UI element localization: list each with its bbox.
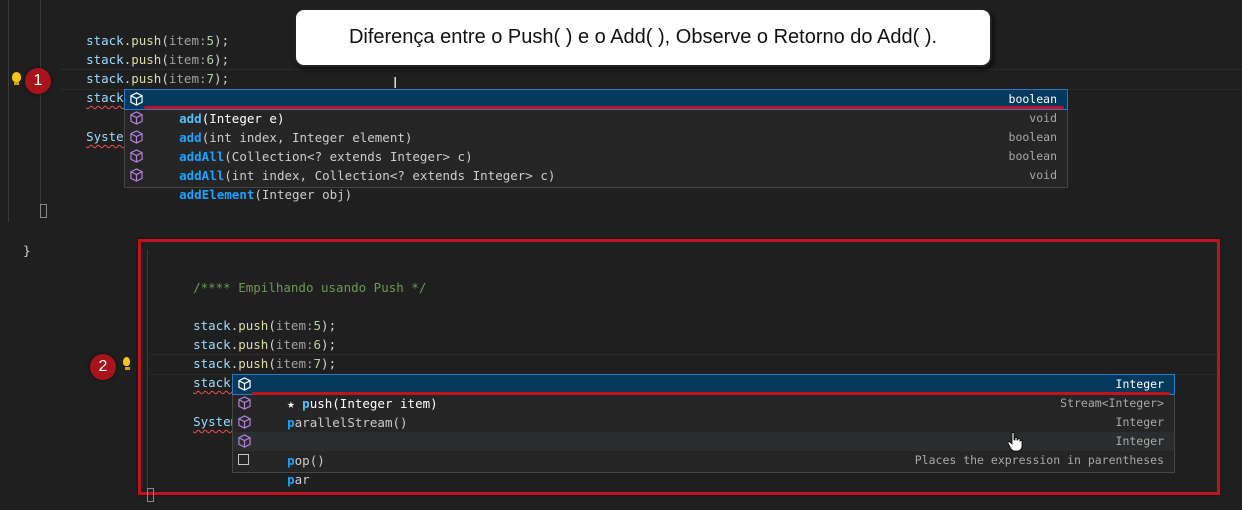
method-cube-icon bbox=[238, 396, 251, 410]
suggestion-popup-add[interactable]: add(Integer e) boolean add(int index, Int… bbox=[124, 89, 1068, 202]
method-cube-icon bbox=[238, 415, 251, 429]
annotation-underline bbox=[144, 106, 1064, 109]
code-line[interactable]: stack.push(item:6); bbox=[71, 31, 229, 67]
suggestion-item[interactable]: addAll(Collection<? extends Integer> c) b… bbox=[125, 128, 1067, 164]
method-cube-icon bbox=[238, 434, 251, 448]
closing-brace: } bbox=[23, 243, 31, 258]
code-line[interactable]: stack.push(item:5); bbox=[178, 297, 336, 333]
method-cube-icon bbox=[130, 149, 143, 163]
suggestion-popup-push[interactable]: ★ push(Integer item) Integer parallelStre… bbox=[232, 374, 1175, 487]
annotation-badge-1: 1 bbox=[25, 68, 51, 94]
suggestion-item[interactable]: addElement(Integer obj) void bbox=[125, 166, 1067, 202]
suggestion-item[interactable]: par Places the expression in parentheses bbox=[233, 451, 1174, 487]
suggestion-item[interactable]: addAll(int index, Collection<? extends I… bbox=[125, 147, 1067, 183]
indent-guide bbox=[147, 250, 148, 490]
bracket-match-icon bbox=[147, 488, 154, 502]
suggestion-item[interactable]: add(int index, Integer element) void bbox=[125, 109, 1067, 145]
annotation-underline bbox=[252, 392, 1170, 395]
indent-guide bbox=[40, 0, 41, 205]
code-line-typing[interactable]: stack.p bbox=[178, 354, 246, 390]
current-line-highlight bbox=[60, 69, 1242, 90]
suggestion-item[interactable]: parallelStream() Stream<Integer> bbox=[233, 394, 1174, 430]
annotation-badge-2: 2 bbox=[90, 354, 116, 380]
mouse-hand-cursor-icon bbox=[1007, 432, 1023, 452]
current-line-highlight bbox=[150, 354, 1218, 375]
code-line[interactable]: stack.push(item:5); bbox=[71, 12, 229, 48]
method-cube-icon bbox=[130, 168, 143, 182]
code-comment: /**** Empilhando usando Push */ bbox=[193, 280, 427, 295]
lightbulb-icon[interactable] bbox=[12, 72, 21, 85]
bracket-match-icon bbox=[40, 204, 47, 218]
code-line[interactable]: stack.push(item:6); bbox=[178, 316, 336, 352]
method-cube-icon bbox=[238, 377, 251, 391]
method-cube-icon bbox=[130, 130, 143, 144]
lightbulb-icon[interactable] bbox=[123, 357, 130, 370]
annotation-callout: Diferença entre o Push( ) e o Add( ), Ob… bbox=[294, 8, 992, 67]
suggestion-item[interactable]: pop() Integer bbox=[233, 432, 1174, 468]
code-line[interactable]: stack.push(item:7); bbox=[71, 50, 229, 86]
indent-guide bbox=[8, 0, 9, 222]
method-cube-icon bbox=[130, 111, 143, 125]
code-line[interactable]: stack.push(item:7); bbox=[178, 335, 336, 371]
method-cube-icon bbox=[130, 92, 143, 106]
code-line-typing[interactable]: stack.a bbox=[71, 69, 139, 105]
snippet-icon bbox=[238, 454, 249, 465]
suggestion-item[interactable]: peek()Integer bbox=[233, 413, 1174, 449]
